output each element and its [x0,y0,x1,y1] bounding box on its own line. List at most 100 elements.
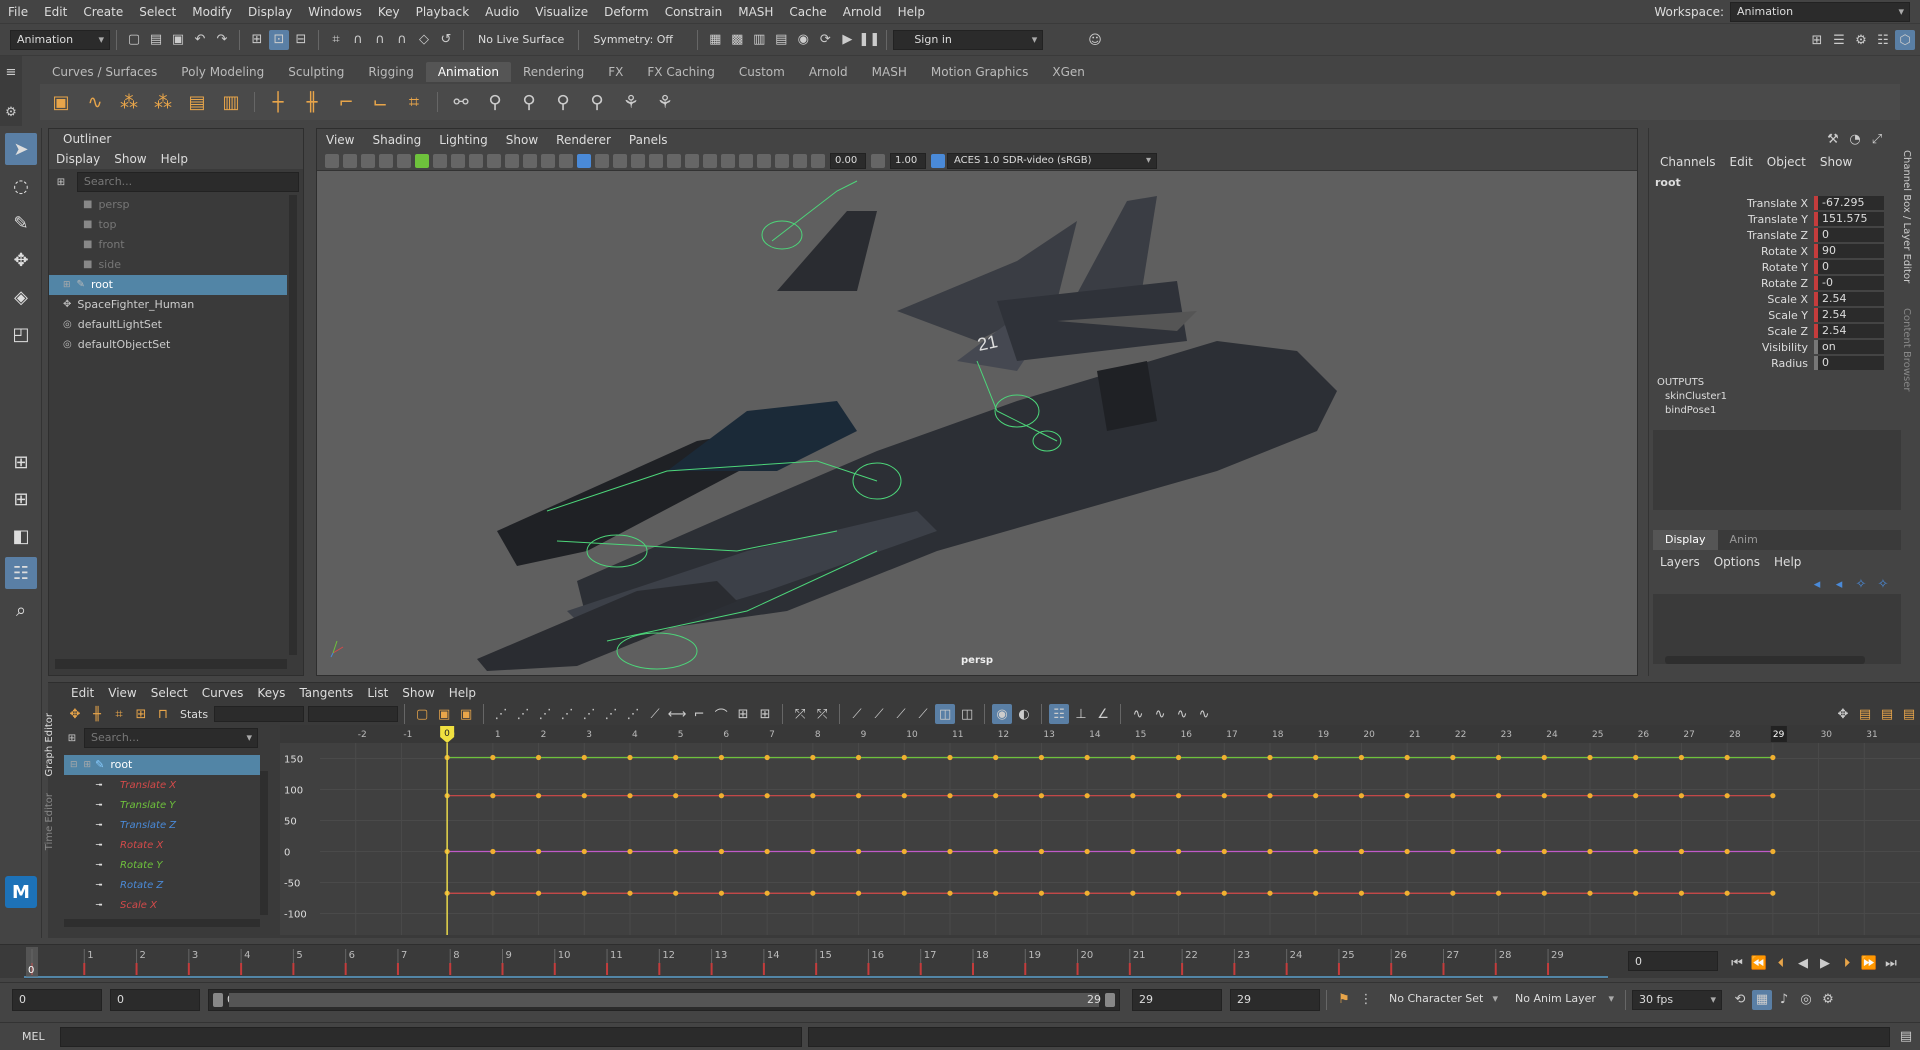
scene-end-field[interactable]: 29 [1230,988,1320,1011]
ik-spline-icon[interactable]: ⌙ [365,87,395,117]
channel-row[interactable]: Scale X 2.54 [1649,291,1910,307]
viewport-menu-renderer[interactable]: Renderer [547,129,620,151]
graph-menu-keys[interactable]: Keys [250,683,292,703]
select-hierarchy-icon[interactable]: ⊞ [247,30,267,50]
curve-item[interactable]: ╼ Rotate Z [64,875,268,895]
field-chart-icon[interactable] [505,153,519,168]
keyframe-point[interactable] [1724,793,1730,799]
playback-start-field[interactable]: 0 [110,988,200,1011]
safe-title-icon[interactable] [541,153,555,168]
menu-file[interactable]: File [0,0,36,24]
gamma-field[interactable]: 1.00 [890,152,926,169]
shelf-tab-sculpting[interactable]: Sculpting [276,62,356,82]
graph-menu-help[interactable]: Help [442,683,483,703]
content-browser-side-tab[interactable]: Content Browser [1901,308,1912,391]
channel-box-side-tab[interactable]: Channel Box / Layer Editor [1901,150,1912,283]
channel-row[interactable]: Radius 0 [1649,355,1910,371]
keyframe-point[interactable] [718,848,725,855]
play-forwards-icon[interactable]: ▶ [1815,953,1835,973]
redo-icon[interactable]: ↷ [212,30,232,50]
graph-search-input[interactable]: Search... [84,728,258,748]
layer-tab-anim[interactable]: Anim [1718,530,1770,550]
stats-time-field[interactable] [214,706,305,722]
ik-handle-icon[interactable]: ⌐ [331,87,361,117]
tool-settings-icon[interactable]: ⚙ [1851,30,1871,50]
menu-constrain[interactable]: Constrain [657,0,731,24]
keyframe-point[interactable] [993,754,999,761]
keyframe-point[interactable] [1678,793,1685,799]
keyframe-point[interactable] [673,754,679,761]
keyframe-point[interactable] [1541,793,1547,799]
ipr-render-icon[interactable]: ▥ [749,30,769,50]
tangent-auto-icon[interactable]: ⋰ [491,704,511,724]
channel-label[interactable]: Translate X [1649,197,1814,210]
viewport-menu-lighting[interactable]: Lighting [430,129,497,151]
curve-item[interactable]: ╼ Rotate X [64,835,268,855]
keyframe-point[interactable] [1358,754,1365,761]
channel-label[interactable]: Scale Z [1649,325,1814,338]
keyframe-point[interactable] [718,793,725,799]
menu-help[interactable]: Help [890,0,933,24]
sign-in-dropdown[interactable]: Sign in [893,29,1044,50]
keyframe-point[interactable] [1038,793,1045,799]
lock-tangent-weight-icon[interactable]: ⟋ [869,704,889,724]
keyframe-point[interactable] [490,793,496,799]
center-current-icon[interactable]: ▣ [456,704,476,724]
curve-item[interactable]: ╼ Translate Z [64,815,268,835]
frame-playback-icon[interactable]: ▣ [434,704,454,724]
buffer-curve-icon[interactable]: ⊞ [733,704,753,724]
new-layer-icon[interactable]: ✧ [1851,574,1871,594]
menu-create[interactable]: Create [75,0,131,24]
channel-label[interactable]: Scale X [1649,293,1814,306]
script-editor-icon[interactable]: ▤ [1896,1027,1916,1047]
keyframe-point[interactable] [1678,890,1685,896]
outliner-menu-help[interactable]: Help [154,149,195,169]
keyframe-point[interactable] [1175,848,1182,855]
keyframe-point[interactable] [1404,848,1410,855]
layer-menu-options[interactable]: Options [1707,552,1767,572]
snap-grid-icon[interactable]: ⌗ [326,30,346,50]
curve-item[interactable]: ╼ Translate Y [64,795,268,815]
outliner-scrollbar[interactable] [289,195,297,655]
keyframe-point[interactable] [1221,890,1227,896]
keyframe-point[interactable] [764,848,770,855]
channel-menu-channels[interactable]: Channels [1653,152,1723,172]
shelf-settings-icon[interactable]: ⚙ [1,102,21,122]
isolate-select-icon[interactable] [739,153,753,168]
depth-of-field-icon[interactable] [721,153,735,168]
unghost-icon[interactable]: ⁂ [148,87,178,117]
channel-label[interactable]: Scale Y [1649,309,1814,322]
keyframe-point[interactable] [627,793,633,799]
hypershade-icon[interactable]: ◉ [793,30,813,50]
channel-label[interactable]: Rotate Z [1649,277,1814,290]
absolute-view-icon[interactable]: ⊥ [1071,704,1091,724]
step-back-frame-icon[interactable]: ⏴ [1771,953,1791,973]
keyframe-point[interactable] [1633,890,1639,896]
film-gate-icon[interactable] [451,153,465,168]
time-snap-icon[interactable]: ◫ [935,704,956,724]
viewport-menu-panels[interactable]: Panels [620,129,677,151]
keyframe-point[interactable] [1770,793,1776,799]
insert-key-icon[interactable]: ╫ [87,704,107,724]
channel-value[interactable]: -0 [1814,276,1884,290]
menu-modify[interactable]: Modify [184,0,240,24]
menu-deform[interactable]: Deform [596,0,657,24]
graph-outliner-hscrollbar[interactable] [64,919,260,927]
outliner-hscrollbar[interactable] [55,659,287,669]
keyframe-point[interactable] [947,793,953,799]
keyframe-point[interactable] [535,890,542,896]
channel-menu-object[interactable]: Object [1760,152,1813,172]
camera-lock-icon[interactable] [343,153,357,168]
keyframe-point[interactable] [1221,754,1227,761]
curve-item[interactable]: ╼ Scale X [64,895,268,915]
channel-value[interactable]: 2.54 [1814,292,1884,306]
graph-menu-edit[interactable]: Edit [64,683,101,703]
channel-value[interactable]: 90 [1814,244,1884,258]
shelf-tab-xgen[interactable]: XGen [1040,62,1097,82]
shelf-menu-icon[interactable]: ≡ [1,62,21,82]
keyframe-point[interactable] [673,793,679,799]
curve-editor-layout-icon[interactable]: ▤ [1855,704,1875,724]
shelf-tab-custom[interactable]: Custom [727,62,797,82]
oscillate-icon[interactable]: ∿ [1194,704,1214,724]
keyframe-point[interactable] [1541,848,1547,855]
